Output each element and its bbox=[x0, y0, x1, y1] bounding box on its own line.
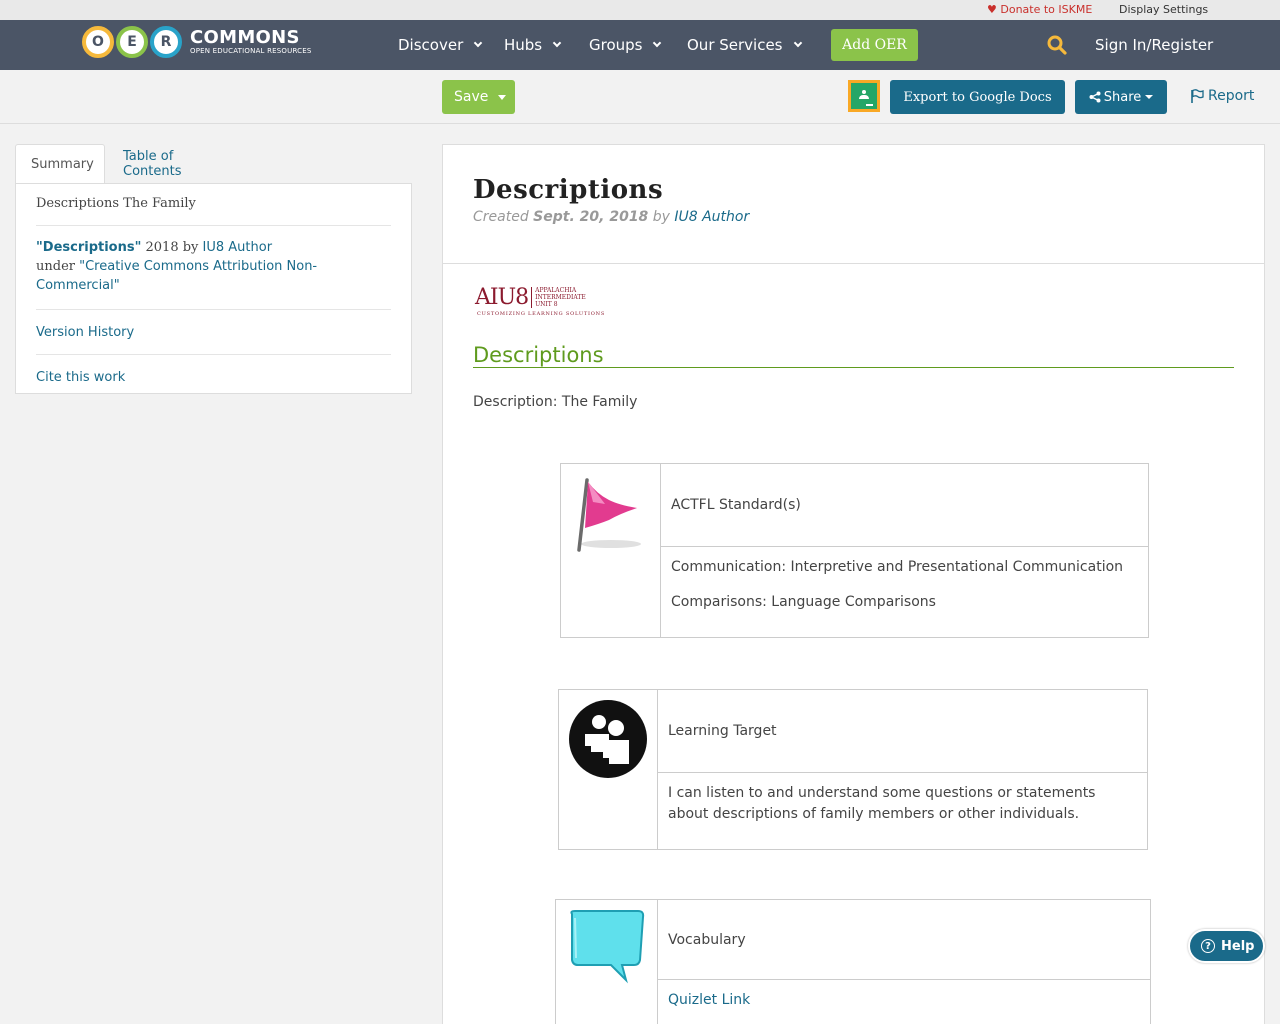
display-settings-link[interactable]: Display Settings bbox=[1119, 3, 1208, 16]
search-icon[interactable] bbox=[1047, 35, 1067, 55]
chevron-down-icon bbox=[653, 38, 662, 48]
version-history-link[interactable]: Version History bbox=[36, 310, 391, 355]
save-button[interactable]: Save bbox=[442, 80, 515, 114]
logo-letter-o: O bbox=[82, 26, 114, 58]
nav-hubs[interactable]: Hubs bbox=[504, 36, 562, 54]
resource-toolbar: Save Export to Google Docs Share Report bbox=[0, 70, 1280, 124]
table-heading: Vocabulary bbox=[658, 900, 1150, 980]
sign-in-register-link[interactable]: Sign In/Register bbox=[1095, 36, 1213, 54]
logo-letter-e: E bbox=[116, 26, 148, 58]
table-heading: ACTFL Standard(s) bbox=[661, 464, 1148, 547]
heart-icon: ♥ bbox=[987, 3, 997, 16]
google-classroom-icon[interactable] bbox=[848, 80, 880, 112]
nav-discover[interactable]: Discover bbox=[398, 36, 483, 54]
share-icon bbox=[1089, 91, 1101, 103]
chevron-down-icon bbox=[552, 38, 562, 48]
cite-this-work-link[interactable]: Cite this work bbox=[36, 355, 391, 399]
nav-groups[interactable]: Groups bbox=[589, 36, 662, 54]
license-resource-title[interactable]: "Descriptions" bbox=[36, 240, 141, 255]
resource-header: Descriptions Created Sept. 20, 2018 by I… bbox=[443, 145, 1264, 264]
report-link[interactable]: Report bbox=[1190, 88, 1254, 104]
question-icon: ? bbox=[1201, 939, 1215, 953]
caret-down-icon bbox=[1145, 95, 1154, 99]
main-nav: O E R COMMONS OPEN EDUCATIONAL RESOURCES… bbox=[0, 20, 1280, 70]
description-text: Description: The Family bbox=[473, 394, 638, 410]
people-icon bbox=[559, 690, 658, 849]
logo-wordmark: COMMONS OPEN EDUCATIONAL RESOURCES bbox=[190, 26, 312, 55]
resource-content: Descriptions Created Sept. 20, 2018 by I… bbox=[442, 144, 1265, 1024]
export-to-google-docs-button[interactable]: Export to Google Docs bbox=[890, 80, 1065, 114]
nav-our-services[interactable]: Our Services bbox=[687, 36, 802, 54]
speech-bubble-icon bbox=[556, 900, 658, 1024]
page-title: Descriptions bbox=[473, 175, 664, 205]
logo-letter-r: R bbox=[150, 26, 182, 58]
resource-summary-title: Descriptions The Family bbox=[36, 184, 391, 226]
section-heading: Descriptions bbox=[473, 343, 1234, 368]
summary-panel: Descriptions The Family "Descriptions" 2… bbox=[15, 183, 412, 394]
caret-down-icon bbox=[498, 94, 507, 100]
license-info: "Descriptions" 2018 by IU8 Author under … bbox=[36, 226, 391, 310]
share-button[interactable]: Share bbox=[1075, 80, 1167, 114]
donate-link[interactable]: ♥ Donate to ISKME bbox=[987, 3, 1092, 16]
table-body: Communication: Interpretive and Presenta… bbox=[671, 559, 1124, 610]
add-oer-button[interactable]: Add OER bbox=[831, 29, 918, 61]
help-button[interactable]: ? Help bbox=[1188, 929, 1265, 963]
license-link[interactable]: "Creative Commons Attribution Non-Commer… bbox=[36, 259, 317, 293]
quizlet-link[interactable]: Quizlet Link bbox=[668, 992, 750, 1008]
flag-icon bbox=[1191, 89, 1204, 103]
tab-summary[interactable]: Summary bbox=[15, 144, 105, 184]
flag-icon bbox=[561, 464, 661, 637]
vocabulary-table: Vocabulary Quizlet Link bbox=[555, 899, 1151, 1024]
created-meta: Created Sept. 20, 2018 by IU8 Author bbox=[473, 209, 750, 225]
chevron-down-icon bbox=[793, 38, 802, 48]
learning-target-table: Learning Target I can listen to and unde… bbox=[558, 689, 1148, 850]
table-body: I can listen to and understand some ques… bbox=[668, 785, 1096, 822]
license-author-link[interactable]: IU8 Author bbox=[203, 240, 273, 255]
table-heading: Learning Target bbox=[658, 690, 1147, 773]
aiu8-logo: AIU8 APPALACHIA INTERMEDIATE UNIT 8 CUSTOM… bbox=[475, 285, 606, 317]
actfl-standards-table: ACTFL Standard(s) Communication: Interpr… bbox=[560, 463, 1149, 638]
chevron-down-icon bbox=[473, 38, 483, 48]
utility-bar: ♥ Donate to ISKME Display Settings bbox=[0, 0, 1280, 20]
author-link[interactable]: IU8 Author bbox=[674, 209, 749, 225]
tab-table-of-contents[interactable]: Table of Contents bbox=[108, 144, 196, 184]
oer-commons-logo[interactable]: O E R COMMONS OPEN EDUCATIONAL RESOURCES bbox=[82, 26, 312, 58]
table-body: Quizlet Link bbox=[658, 980, 1150, 1021]
